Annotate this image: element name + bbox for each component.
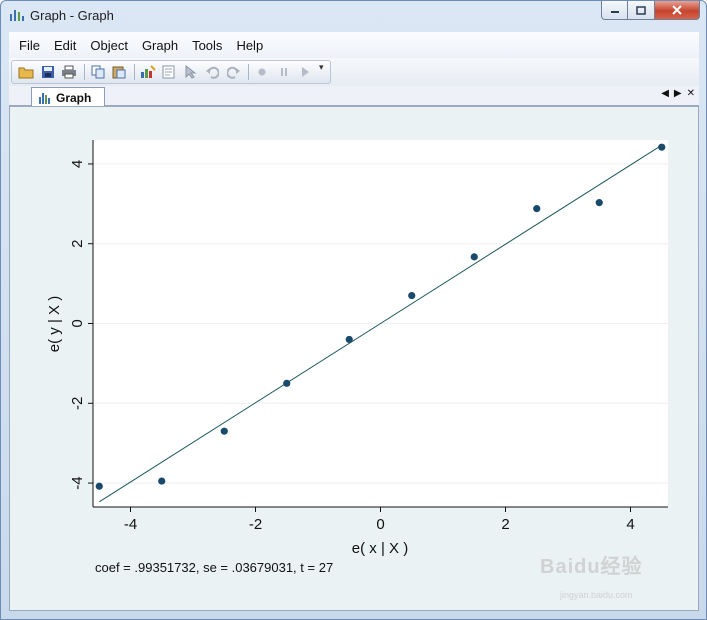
- tab-row: Graph ◀ ▶ ✕: [9, 86, 699, 107]
- data-point: [95, 482, 103, 490]
- pointer-button[interactable]: [181, 62, 201, 82]
- close-button[interactable]: [655, 1, 700, 20]
- undo-icon: [206, 66, 219, 79]
- data-point: [533, 205, 541, 213]
- tab-scroll-left-icon[interactable]: ◀: [661, 88, 669, 99]
- save-button[interactable]: [38, 62, 58, 82]
- save-icon: [41, 66, 54, 78]
- x-tick-label: -4: [124, 516, 137, 533]
- y-axis-label: e( y | X ): [46, 296, 63, 352]
- maximize-icon: [636, 5, 646, 15]
- graph-editor-icon: [140, 65, 156, 78]
- x-tick-label: 2: [501, 516, 509, 533]
- copy-button[interactable]: [88, 62, 108, 82]
- tab-graph[interactable]: Graph: [31, 87, 105, 107]
- minimize-button[interactable]: [601, 1, 628, 20]
- tab-close-icon[interactable]: ✕: [687, 88, 695, 99]
- open-button[interactable]: [16, 62, 36, 82]
- pause-icon: [280, 68, 287, 76]
- data-point: [220, 427, 228, 435]
- undo-button[interactable]: [202, 62, 222, 82]
- data-point: [345, 335, 353, 344]
- print-icon: [62, 65, 76, 79]
- menu-help[interactable]: Help: [236, 38, 263, 53]
- menu-graph[interactable]: Graph: [142, 38, 178, 53]
- graph-tab-icon: [39, 92, 50, 104]
- record-button[interactable]: [252, 62, 272, 82]
- y-tick-label: -4: [69, 476, 86, 489]
- menu-tools[interactable]: Tools: [192, 38, 222, 53]
- paste-icon: [112, 66, 126, 79]
- menu-edit[interactable]: Edit: [54, 38, 76, 53]
- play-button[interactable]: [295, 62, 315, 82]
- record-icon: [258, 68, 266, 76]
- scatter-plot: -4 -2 0 2 4 -4 -2 0 2 4 e( x | X ) e( y | X ): [46, 140, 668, 557]
- properties-button[interactable]: [159, 62, 179, 82]
- data-point: [158, 477, 166, 485]
- print-button[interactable]: [59, 62, 79, 82]
- paste-button[interactable]: [109, 62, 129, 82]
- minimize-icon: [610, 11, 619, 13]
- y-tick-label: -2: [69, 397, 86, 410]
- data-point: [595, 199, 603, 207]
- graph-app-icon: [10, 10, 24, 21]
- x-tick-label: -2: [249, 516, 262, 533]
- x-axis-label: e( x | X ): [352, 540, 408, 557]
- data-point: [658, 143, 666, 151]
- toolbar: ▾: [9, 58, 699, 86]
- tab-scroll-right-icon[interactable]: ▶: [674, 88, 682, 99]
- copy-icon: [91, 65, 104, 79]
- graph-canvas[interactable]: -4 -2 0 2 4 -4 -2 0 2 4 e( x | X ) e( y | X ) co…: [9, 106, 699, 611]
- y-tick-label: 0: [69, 319, 86, 327]
- data-point: [470, 253, 478, 261]
- tab-graph-label: Graph: [56, 90, 92, 105]
- toolbar-separator: [133, 64, 135, 80]
- watermark-logo: Baidu经验: [540, 556, 643, 578]
- toolbar-separator: [83, 64, 85, 80]
- pause-button[interactable]: [274, 62, 294, 82]
- watermark-url: jingyan.baidu.com: [560, 590, 633, 600]
- title-bar[interactable]: Graph - Graph: [1, 1, 706, 29]
- maximize-button[interactable]: [628, 1, 655, 20]
- properties-icon: [162, 65, 175, 79]
- menu-object[interactable]: Object: [90, 38, 128, 53]
- open-icon: [18, 67, 34, 79]
- play-icon: [302, 67, 309, 77]
- graph-window: Graph - Graph File Edit Object Graph Too…: [0, 0, 707, 620]
- redo-button[interactable]: [224, 62, 244, 82]
- toolbar-overflow-icon[interactable]: ▾: [319, 62, 324, 73]
- coefficient-note: coef = .99351732, se = .03679031, t = 27: [95, 560, 334, 575]
- data-point: [408, 291, 416, 300]
- x-tick-label: 4: [626, 516, 634, 533]
- y-tick-label: 4: [69, 160, 86, 168]
- window-title: Graph - Graph: [30, 8, 114, 23]
- pointer-icon: [185, 65, 196, 79]
- x-tick-label: 0: [376, 516, 384, 533]
- toolbar-separator: [248, 64, 249, 80]
- close-icon: [672, 5, 682, 15]
- menu-bar: File Edit Object Graph Tools Help: [9, 32, 699, 58]
- data-point: [283, 379, 291, 387]
- graph-editor-button[interactable]: [138, 62, 158, 82]
- menu-file[interactable]: File: [19, 38, 40, 53]
- y-tick-label: 2: [69, 240, 86, 248]
- redo-icon: [226, 66, 240, 79]
